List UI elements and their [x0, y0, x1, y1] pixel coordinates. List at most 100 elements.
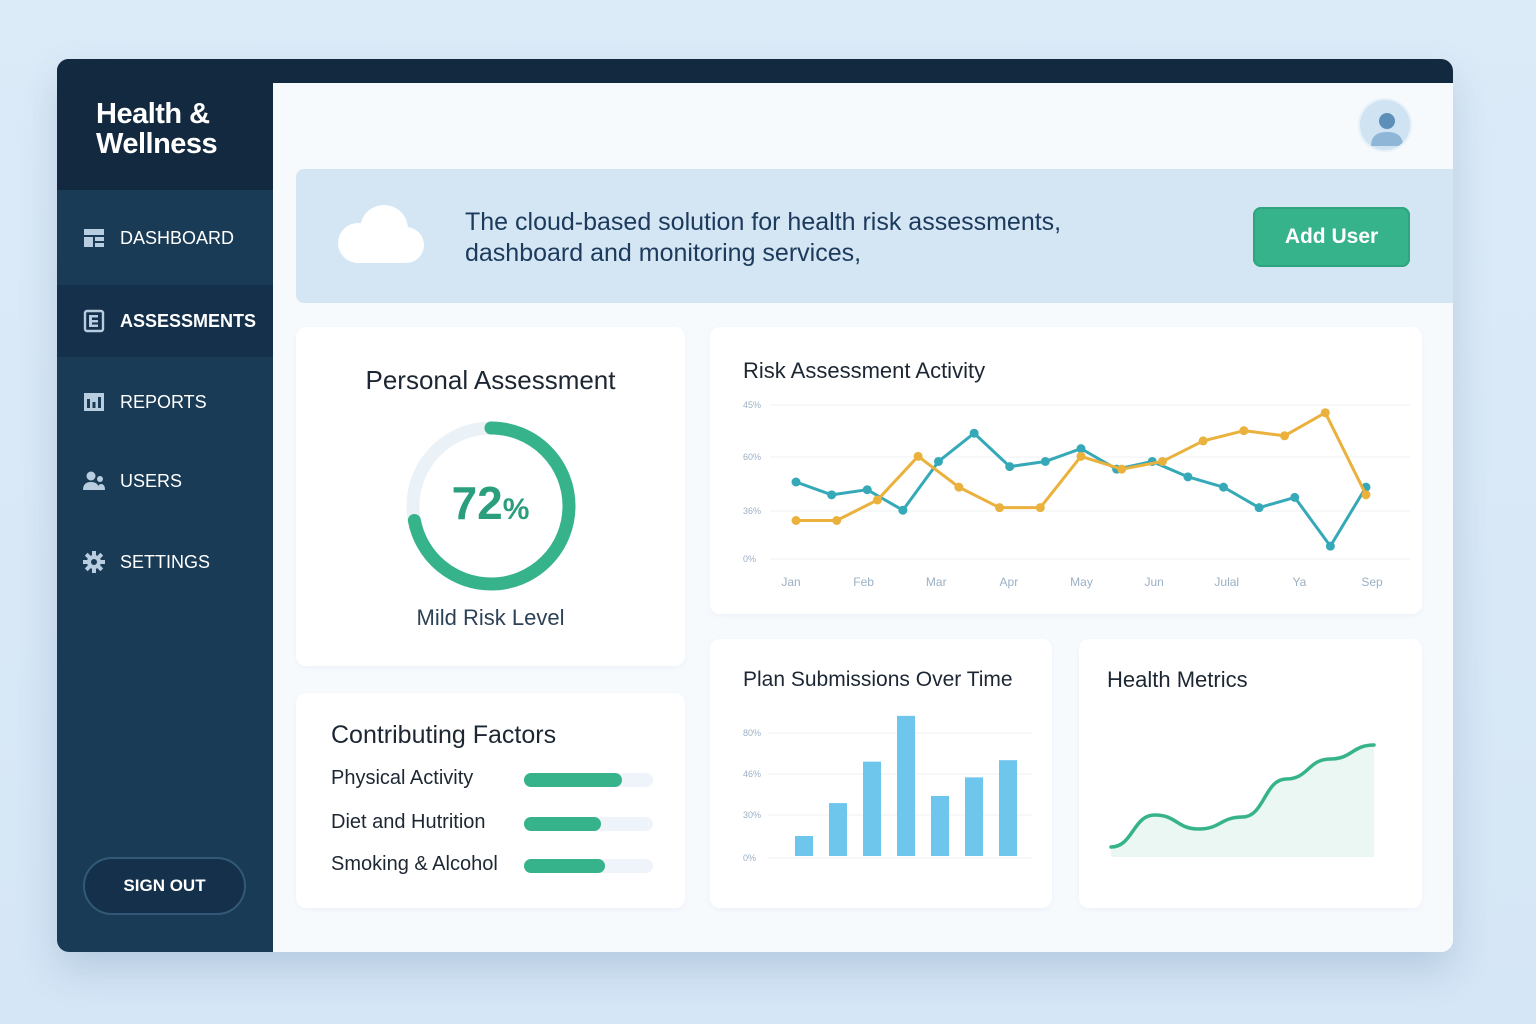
banner-line-2: dashboard and monitoring services,	[465, 239, 862, 267]
user-avatar-icon[interactable]	[1358, 98, 1412, 152]
data-point	[913, 451, 923, 461]
health-metrics-card: Health Metrics	[1079, 639, 1422, 908]
banner-line-1: The cloud-based solution for health risk…	[465, 208, 1062, 236]
contributing-factors-card: Contributing Factors Physical Activity D…	[296, 693, 685, 908]
factor-bar	[524, 817, 653, 831]
sidebar-item-dashboard[interactable]: DASHBOARD	[57, 202, 273, 274]
x-tick-label: May	[1070, 575, 1093, 589]
bar	[795, 835, 813, 856]
x-tick-label: Feb	[853, 575, 874, 589]
sidebar: Health & Wellness DASHBOARD ASSESSMENTS …	[57, 59, 273, 952]
data-point	[995, 503, 1005, 513]
bar	[999, 760, 1017, 856]
assessments-icon	[82, 309, 106, 333]
data-point	[1076, 451, 1086, 461]
data-point	[1198, 436, 1208, 446]
area-fill	[1111, 745, 1374, 857]
main-content: The cloud-based solution for health risk…	[273, 83, 1453, 952]
brand-line-1: Health &	[96, 98, 210, 130]
factor-row: Diet and Hutrition	[331, 809, 661, 839]
factor-label: Physical Activity	[331, 767, 474, 789]
sidebar-item-label: DASHBOARD	[120, 227, 235, 248]
brand-logo: Health & Wellness	[57, 59, 273, 190]
y-tick-label: 0%	[743, 853, 756, 863]
y-tick-label: 80%	[743, 728, 761, 738]
data-point	[1117, 464, 1127, 474]
factor-row: Physical Activity	[331, 765, 661, 795]
plan-submissions-chart: 80% 46% 30% 0%	[743, 715, 1032, 863]
data-point	[1325, 541, 1335, 551]
sidebar-item-reports[interactable]: REPORTS	[57, 366, 273, 438]
y-tick-label: 0%	[743, 554, 756, 564]
data-point	[1254, 503, 1264, 513]
factor-bar	[524, 773, 653, 787]
data-point	[934, 456, 943, 466]
plan-submissions-card: Plan Submissions Over Time 80% 46% 30% 0%	[710, 639, 1052, 908]
sidebar-item-users[interactable]: USERS	[57, 445, 273, 517]
data-point	[1280, 431, 1290, 441]
sidebar-item-assessments[interactable]: ASSESSMENTS	[57, 285, 273, 357]
series-line	[796, 411, 1368, 522]
bar	[931, 795, 949, 856]
risk-activity-chart: 45% 60% 36% 0% Jan Feb Mar Apr May Jun Julal Ya Sep	[743, 400, 1410, 589]
data-point	[1040, 456, 1050, 466]
app-window: Health & Wellness DASHBOARD ASSESSMENTS …	[57, 59, 1453, 952]
x-tick-label: Jun	[1144, 575, 1163, 589]
data-point	[898, 505, 908, 515]
sign-out-button[interactable]: SIGN OUT	[83, 857, 246, 915]
x-tick-label: Mar	[926, 575, 947, 589]
data-point	[862, 485, 872, 495]
factor-label: Smoking & Alcohol	[331, 853, 498, 875]
cloud-icon	[330, 199, 430, 274]
y-tick-label: 46%	[743, 769, 761, 779]
sidebar-item-settings[interactable]: SETTINGS	[57, 526, 273, 598]
contributing-factors-title: Contributing Factors	[331, 721, 557, 749]
data-point	[1239, 426, 1249, 436]
y-tick-label: 30%	[743, 810, 761, 820]
data-point	[827, 490, 837, 500]
data-point	[954, 482, 964, 492]
gauge-value: 72%	[296, 476, 685, 530]
sidebar-item-label: USERS	[120, 470, 183, 491]
sidebar-item-label: REPORTS	[120, 391, 207, 412]
y-tick-label: 60%	[743, 452, 761, 462]
data-point	[1035, 503, 1045, 513]
factor-bar-fill	[524, 817, 602, 831]
sidebar-item-label: ASSESSMENTS	[120, 310, 257, 331]
y-tick-label: 36%	[743, 506, 761, 516]
gauge-number: 72	[451, 477, 503, 529]
bar	[863, 761, 881, 856]
factor-bar-fill	[524, 773, 623, 787]
data-point	[791, 477, 801, 487]
gear-icon	[82, 550, 106, 574]
data-point	[791, 516, 801, 525]
y-tick-label: 45%	[743, 400, 761, 410]
data-point	[832, 516, 842, 525]
factor-bar-fill	[524, 859, 606, 873]
data-point	[969, 428, 979, 438]
factor-row: Smoking & Alcohol	[331, 851, 661, 881]
gauge-suffix: %	[502, 493, 530, 526]
add-user-button[interactable]: Add User	[1253, 207, 1410, 267]
data-point	[1290, 492, 1300, 502]
data-point	[1157, 456, 1167, 466]
x-tick-label: Ya	[1292, 575, 1306, 589]
reports-icon	[82, 390, 106, 414]
data-point	[1076, 444, 1086, 454]
x-tick-label: Julal	[1214, 575, 1239, 589]
data-point	[1183, 472, 1193, 482]
risk-activity-card: Risk Assessment Activity 45% 60% 36% 0% Jan F…	[710, 327, 1422, 614]
bar	[829, 803, 847, 856]
sidebar-item-label: SETTINGS	[120, 551, 211, 572]
personal-assessment-title: Personal Assessment	[365, 365, 616, 395]
data-point	[1005, 462, 1015, 472]
brand-line-2: Wellness	[96, 128, 218, 160]
bar	[965, 777, 983, 856]
banner-text: The cloud-based solution for health risk…	[465, 207, 1145, 269]
factor-bar	[524, 859, 653, 873]
data-point	[1320, 408, 1330, 418]
risk-level-label: Mild Risk Level	[416, 605, 565, 630]
users-icon	[82, 469, 106, 493]
x-tick-label: Apr	[1000, 575, 1019, 589]
data-point	[872, 495, 882, 505]
